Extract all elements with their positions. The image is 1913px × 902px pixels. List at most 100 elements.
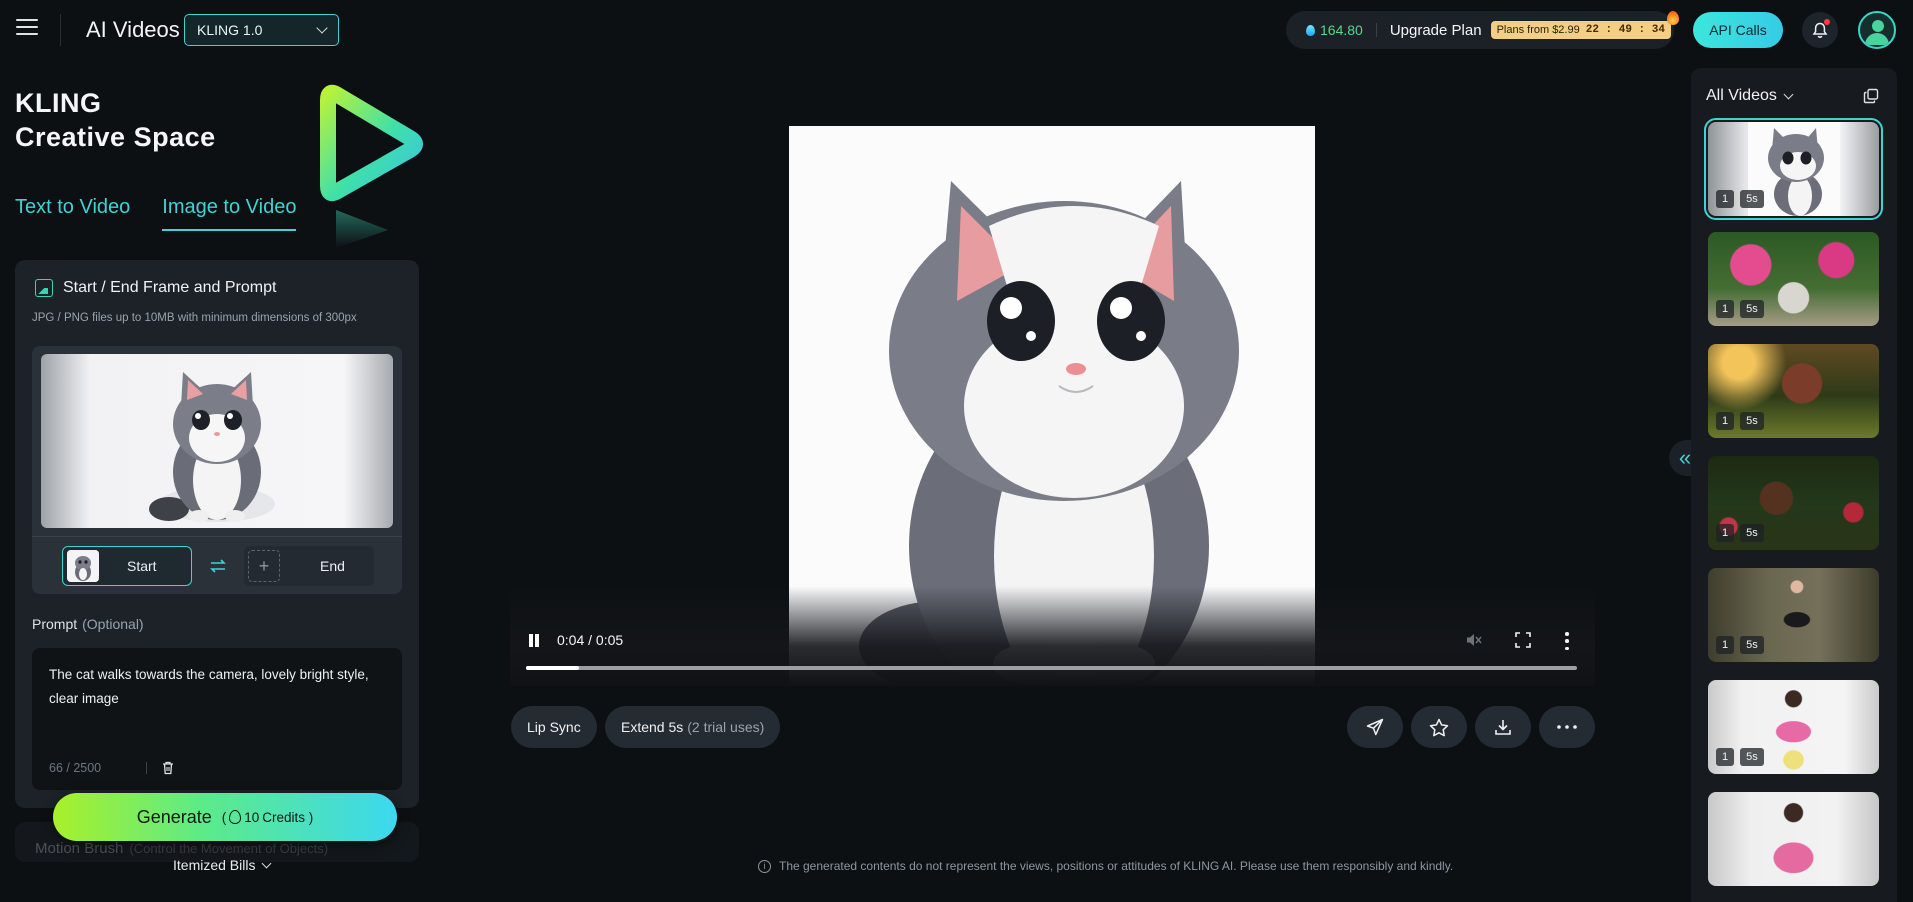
credit-balance: 164.80 <box>1320 22 1363 38</box>
user-avatar[interactable] <box>1858 11 1896 49</box>
video-thumbnail[interactable]: 1 5s <box>1708 456 1879 550</box>
duration-badge: 5s <box>1740 190 1764 208</box>
video-thumbnail[interactable]: 1 5s <box>1708 232 1879 326</box>
upgrade-plan-link[interactable]: Upgrade Plan <box>1390 22 1482 39</box>
player-controls-shade <box>510 586 1595 686</box>
start-frame-thumbnail <box>67 550 99 582</box>
page-title: AI Videos <box>86 17 180 42</box>
notification-dot <box>1824 19 1830 25</box>
mute-icon[interactable] <box>1465 632 1483 648</box>
fullscreen-icon[interactable] <box>1515 632 1531 648</box>
clip-count-badge: 1 <box>1716 412 1735 430</box>
pause-icon[interactable] <box>528 634 540 648</box>
brand-line-1: KLING <box>15 88 102 118</box>
motion-brush-subtitle: (Control the Movement of Objects) <box>129 841 329 856</box>
disclaimer-text: The generated contents do not represent … <box>779 859 1454 873</box>
clip-count-badge: 1 <box>1716 524 1735 542</box>
video-thumbnail[interactable]: 1 5s <box>1704 118 1883 220</box>
video-gallery: All Videos 1 5s 1 5s 1 5s 1 5s 1 5s 1 5s <box>1691 68 1897 902</box>
gallery-filter-dropdown[interactable]: All Videos <box>1706 87 1794 105</box>
trash-icon[interactable] <box>162 761 174 775</box>
extend-button[interactable]: Extend 5s (2 trial uses) <box>605 706 781 748</box>
tab-image-to-video[interactable]: Image to Video <box>162 196 297 231</box>
motion-brush-label: Motion Brush (Control the Movement of Obj… <box>35 840 328 857</box>
duration-badge: 5s <box>1740 748 1764 766</box>
generate-label: Generate <box>136 806 212 827</box>
duration-badge: 5s <box>1740 300 1764 318</box>
video-thumbnail[interactable]: 1 5s <box>1708 568 1879 662</box>
clip-count-badge: 1 <box>1716 636 1735 654</box>
swap-frames-icon[interactable] <box>209 558 227 574</box>
credit-drop-icon <box>1306 24 1315 36</box>
model-select-value: KLING 1.0 <box>197 22 263 38</box>
plans-promo-badge[interactable]: Plans from $2.99 22 : 49 : 34 <box>1490 11 1679 39</box>
star-icon <box>1429 718 1449 736</box>
plans-price-text: Plans from $2.99 <box>1496 24 1580 36</box>
add-end-frame-icon: + <box>248 550 280 582</box>
download-button[interactable] <box>1475 706 1531 748</box>
video-player[interactable]: 0:04 / 0:05 <box>510 126 1595 686</box>
send-icon <box>1366 718 1384 736</box>
divider <box>1375 23 1377 37</box>
generate-cost-paren: ( <box>221 809 227 825</box>
seek-bar[interactable] <box>526 666 1577 670</box>
video-thumbnail[interactable]: 1 5s <box>1708 680 1879 774</box>
favorite-button[interactable] <box>1411 706 1467 748</box>
start-frame-preview[interactable] <box>41 354 393 528</box>
mode-tabs: Text to Video Image to Video <box>15 196 297 231</box>
notifications-button[interactable] <box>1802 12 1838 48</box>
card-header: Start / End Frame and Prompt <box>35 279 276 297</box>
cat-image <box>149 372 275 522</box>
duration-badge: 5s <box>1740 636 1764 654</box>
share-button[interactable] <box>1347 706 1403 748</box>
prompt-label: Prompt (Optional) <box>32 616 144 632</box>
info-icon: i <box>758 859 771 873</box>
divider <box>32 536 402 537</box>
lip-sync-button[interactable]: Lip Sync <box>511 706 597 748</box>
duration-badge: 5s <box>1740 412 1764 430</box>
divider <box>146 762 147 774</box>
kling-play-logo-icon <box>320 84 423 248</box>
api-calls-button[interactable]: API Calls <box>1693 12 1783 48</box>
end-frame-button[interactable]: + End <box>244 546 374 586</box>
clip-count-badge: 1 <box>1716 190 1735 208</box>
generate-button[interactable]: Generate ( 10 Credits ) <box>53 793 397 841</box>
card-title: Start / End Frame and Prompt <box>63 279 277 296</box>
generate-cost: ( 10 Credits ) <box>222 810 314 825</box>
tab-text-to-video[interactable]: Text to Video <box>15 196 130 231</box>
prompt-optional: (Optional) <box>82 616 144 632</box>
divider <box>60 14 61 46</box>
gallery-title: All Videos <box>1706 87 1777 104</box>
seek-bar-fill <box>526 666 579 670</box>
countdown-timer: 22 : 49 : 34 <box>1585 24 1665 36</box>
disclaimer: i The generated contents do not represen… <box>758 859 1453 873</box>
hamburger-menu-icon[interactable] <box>16 19 38 39</box>
top-bar: AI Videos KLING 1.0 164.80 Upgrade Plan … <box>0 0 1913 60</box>
prompt-char-count: 66 / 2500 <box>49 761 102 775</box>
more-options-button[interactable] <box>1539 706 1595 748</box>
multi-select-icon[interactable] <box>1863 88 1879 104</box>
end-frame-label: End <box>320 558 345 574</box>
chevron-down-icon <box>316 22 328 34</box>
clip-count-badge: 1 <box>1716 748 1735 766</box>
itemized-bills-label: Itemized Bills <box>173 857 256 873</box>
frame-upload-box: Start + End <box>32 346 402 594</box>
playback-time: 0:04 / 0:05 <box>557 632 624 648</box>
generate-cost-value: 10 <box>244 809 260 825</box>
download-icon <box>1495 720 1511 735</box>
motion-brush-title: Motion Brush <box>35 840 124 857</box>
chevron-down-icon <box>1783 89 1794 99</box>
prompt-text: The cat walks towards the camera, lovely… <box>49 667 369 706</box>
video-thumbnail[interactable]: 1 5s <box>1708 344 1879 438</box>
model-select[interactable]: KLING 1.0 <box>184 14 339 46</box>
brand-heading: KLING Creative Space <box>15 86 216 154</box>
itemized-bills-dropdown[interactable]: Itemized Bills <box>173 857 272 873</box>
prompt-label-text: Prompt <box>32 616 78 632</box>
video-thumbnail[interactable] <box>1708 792 1879 886</box>
start-frame-button[interactable]: Start <box>62 546 192 586</box>
image-icon <box>35 279 53 297</box>
prompt-textarea[interactable]: The cat walks towards the camera, lovely… <box>32 648 402 790</box>
more-horizontal-icon <box>1557 725 1577 729</box>
frame-prompt-card: Start / End Frame and Prompt JPG / PNG f… <box>15 260 419 808</box>
more-vertical-icon[interactable] <box>1564 632 1570 650</box>
